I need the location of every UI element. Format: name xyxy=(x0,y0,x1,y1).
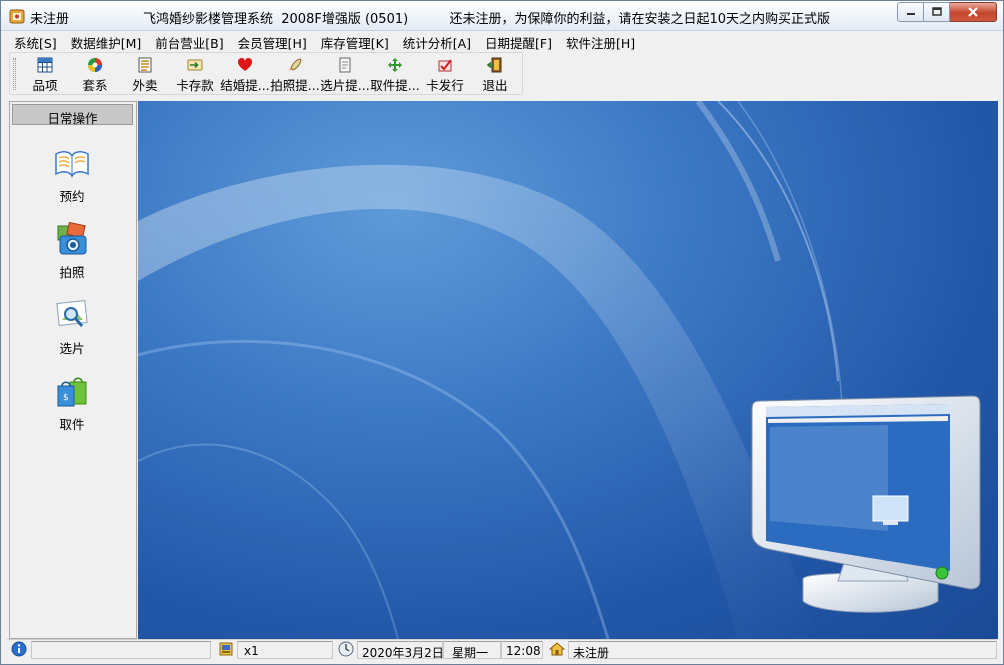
toolbar-pickup-reminder-button[interactable]: 取件提... xyxy=(370,55,420,93)
window-title: 飞鸿婚纱影楼管理系统 2008F增强版 (0501) 还未注册，为保障你的利益，… xyxy=(143,12,831,27)
status-weekday: 星期一 xyxy=(443,641,501,660)
menu-bar: 系统[S] 数据维护[M] 前台营业[B] 会员管理[H] 库存管理[K] 统计… xyxy=(7,31,997,51)
panel-header: 日常操作 xyxy=(12,104,133,126)
nav-item-label: 取件 xyxy=(59,417,85,432)
toolbar-wedding-reminder-button[interactable]: 结婚提... xyxy=(220,55,270,93)
toolbar-exit-button[interactable]: 退出 xyxy=(470,55,520,93)
window-controls xyxy=(897,2,997,22)
nav-item-appointment[interactable]: 预约 xyxy=(30,144,114,210)
users-icon xyxy=(219,642,233,656)
session-count: x1 xyxy=(237,641,333,659)
toolbar-photo-reminder-button[interactable]: 拍照提... xyxy=(270,55,320,93)
toolbar-select-reminder-button[interactable]: 选片提... xyxy=(320,55,370,93)
document-icon xyxy=(339,57,351,73)
nav-item-select-photos[interactable]: 选片 xyxy=(30,296,114,362)
toolbar-label: 选片提... xyxy=(320,78,370,93)
exit-door-icon xyxy=(487,57,502,73)
title-bar: 未注册 飞鸿婚纱影楼管理系统 2008F增强版 (0501) 还未注册，为保障你… xyxy=(1,1,1003,31)
book-icon xyxy=(55,151,89,178)
toolbar-label: 拍照提... xyxy=(270,78,320,93)
heart-icon xyxy=(237,57,253,71)
window-title-status: 未注册 xyxy=(30,12,70,27)
nav-item-label: 拍照 xyxy=(59,265,85,280)
status-time: 12:08 xyxy=(501,641,543,659)
app-icon[interactable] xyxy=(8,7,26,25)
menu-registration[interactable]: 软件注册[H] xyxy=(559,31,642,51)
status-bar: x1 2020年3月2日 星期一 12:08 未注册 xyxy=(7,639,997,660)
toolbar-card-issue-button[interactable]: 卡发行 xyxy=(420,55,470,93)
toolbar-label: 卡发行 xyxy=(426,78,464,93)
status-message-cell xyxy=(31,641,211,659)
minimize-button[interactable] xyxy=(897,2,924,22)
card-deposit-icon xyxy=(187,59,203,71)
toolbar-label: 品项 xyxy=(32,78,58,93)
toolbar-takeout-button[interactable]: 外卖 xyxy=(120,55,170,93)
nav-item-label: 选片 xyxy=(59,341,85,356)
registration-status: 未注册 xyxy=(568,641,997,660)
toolbar-label: 结婚提... xyxy=(220,78,270,93)
menu-inventory[interactable]: 库存管理[K] xyxy=(314,31,396,51)
magnifier-photo-icon xyxy=(56,300,88,327)
app-window: 未注册 飞鸿婚纱影楼管理系统 2008F增强版 (0501) 还未注册，为保障你… xyxy=(0,0,1004,665)
menu-system[interactable]: 系统[S] xyxy=(7,31,64,51)
menu-data-maintenance[interactable]: 数据维护[M] xyxy=(64,31,149,51)
minimize-icon xyxy=(906,13,915,15)
nav-item-photo[interactable]: 拍照 xyxy=(30,220,114,286)
wallpaper-swirl xyxy=(138,101,981,639)
grid-icon xyxy=(37,57,53,73)
home-icon xyxy=(549,642,565,656)
daily-operations-panel: 日常操作 预约 拍照 选片 $ 取件 xyxy=(9,101,137,639)
list-icon xyxy=(138,57,152,73)
menu-members[interactable]: 会员管理[H] xyxy=(231,31,314,51)
status-date: 2020年3月2日 xyxy=(357,641,444,660)
info-icon[interactable] xyxy=(11,641,27,657)
card-issue-icon xyxy=(438,59,452,72)
maximize-button[interactable] xyxy=(924,2,950,22)
maximize-icon xyxy=(931,7,942,16)
shopping-bag-icon: $ xyxy=(57,377,87,407)
nav-item-pickup[interactable]: $ 取件 xyxy=(30,372,114,438)
toolbar: 品项 套系 外卖 卡存款 结婚提... 拍照提... 选片提... 取件提...… xyxy=(9,52,523,95)
toolbar-label: 卡存款 xyxy=(176,78,214,93)
toolbar-packages-button[interactable]: 套系 xyxy=(70,55,120,93)
toolbar-grip[interactable] xyxy=(13,58,16,90)
color-wheel-icon xyxy=(88,58,102,72)
clock-icon xyxy=(338,641,354,657)
menu-date-reminder[interactable]: 日期提醒[F] xyxy=(478,31,559,51)
camera-icon xyxy=(57,221,87,255)
toolbar-label: 退出 xyxy=(482,78,508,93)
svg-text:$: $ xyxy=(63,393,69,403)
close-button[interactable] xyxy=(950,2,997,22)
main-workspace xyxy=(138,101,998,639)
close-icon xyxy=(968,7,978,17)
toolbar-card-deposit-button[interactable]: 卡存款 xyxy=(170,55,220,93)
toolbar-label: 套系 xyxy=(82,78,108,93)
rocket-icon xyxy=(289,58,302,71)
toolbar-label: 取件提... xyxy=(370,78,420,93)
nav-item-label: 预约 xyxy=(59,189,85,204)
menu-front-desk[interactable]: 前台营业[B] xyxy=(148,31,230,51)
toolbar-label: 外卖 xyxy=(132,78,158,93)
toolbar-items-button[interactable]: 品项 xyxy=(20,55,70,93)
menu-statistics[interactable]: 统计分析[A] xyxy=(396,31,478,51)
move-icon xyxy=(388,58,402,72)
